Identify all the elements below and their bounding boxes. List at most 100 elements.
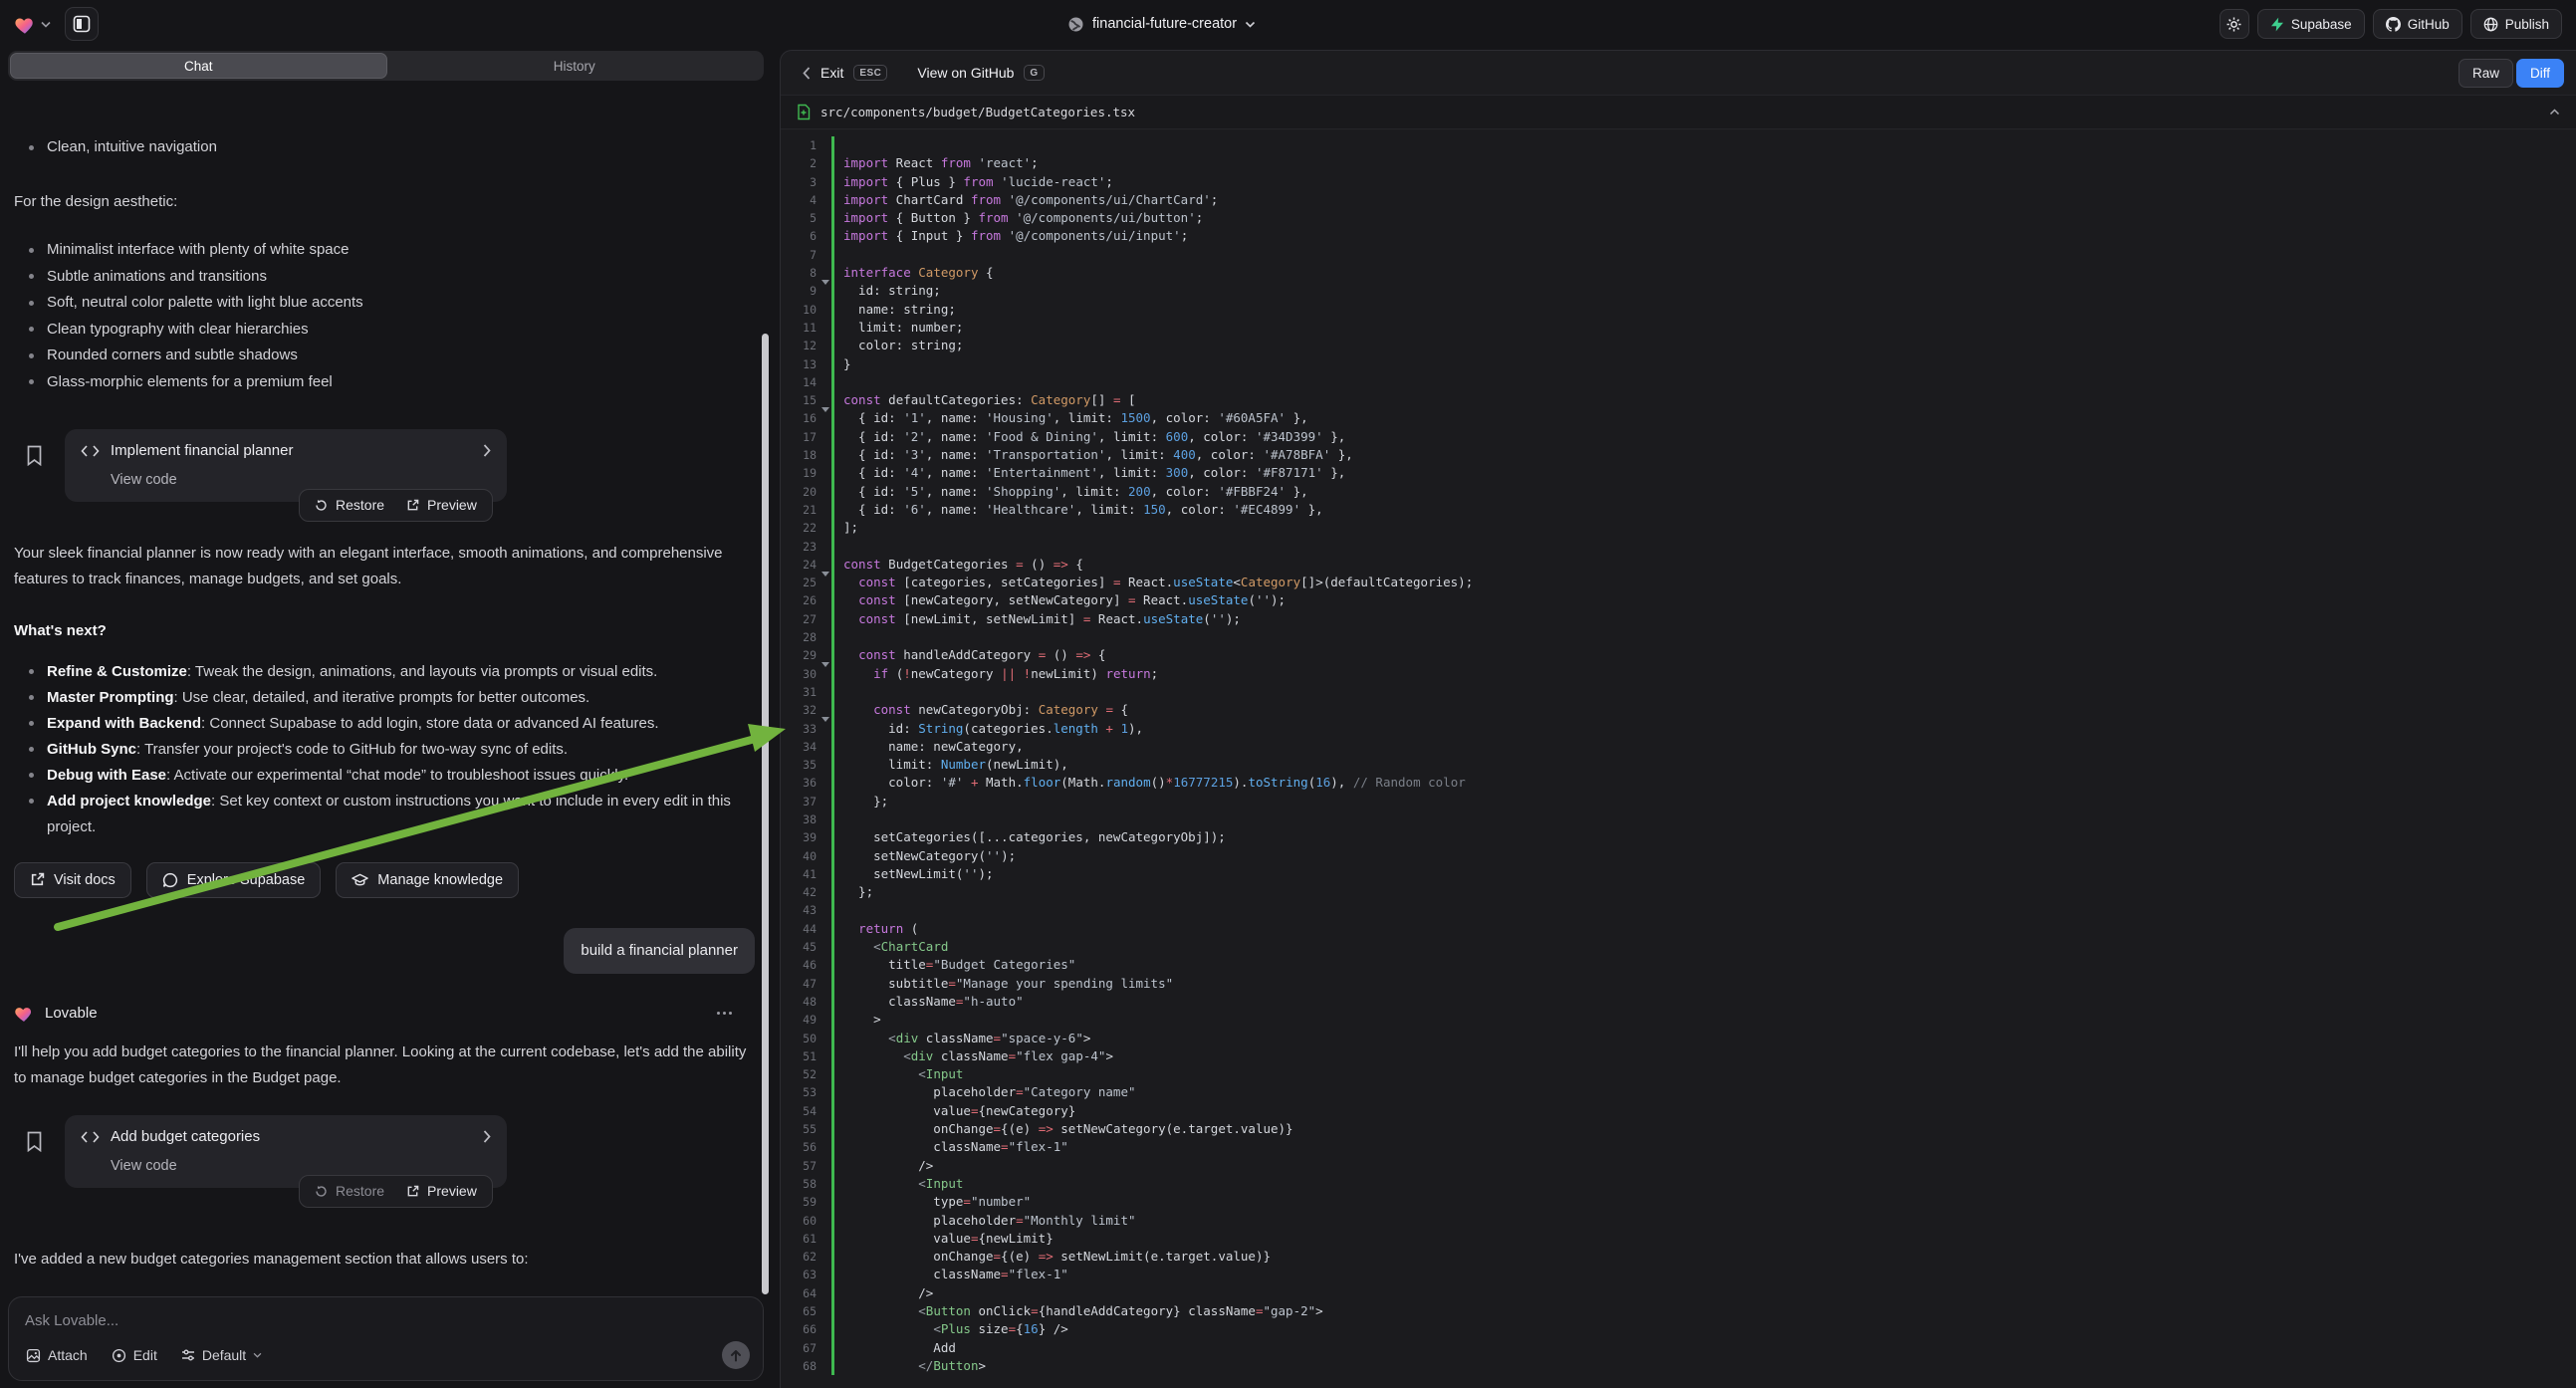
send-button[interactable] (722, 1341, 750, 1369)
more-options-icon[interactable] (717, 1012, 732, 1015)
code-line: 58 <Input (781, 1175, 2576, 1193)
restore-button[interactable]: Restore (315, 497, 384, 514)
edit-button[interactable]: Edit (112, 1347, 157, 1363)
ready-paragraph: Your sleek financial planner is now read… (14, 541, 733, 592)
raw-button[interactable]: Raw (2459, 59, 2513, 88)
code-text: color: '#' + Math.floor(Math.random()*16… (834, 774, 1466, 792)
line-number: 47 (781, 975, 817, 993)
top-bar: financial-future-creator Supabase (0, 0, 2576, 48)
line-number: 5 (781, 209, 817, 227)
bookmark-icon[interactable] (26, 1131, 43, 1152)
collapse-file-icon[interactable] (2549, 109, 2560, 116)
line-number: 60 (781, 1212, 817, 1230)
preview-button[interactable]: Preview (406, 497, 477, 514)
lovable-logo-menu[interactable] (14, 14, 51, 35)
diff-button[interactable]: Diff (2516, 59, 2564, 88)
code-line: 45 <ChartCard (781, 938, 2576, 956)
code-line: 12 color: string; (781, 337, 2576, 354)
view-on-github-button[interactable]: View on GitHub G (917, 65, 1044, 81)
line-number: 17 (781, 428, 817, 446)
code-text: import { Input } from '@/components/ui/i… (834, 227, 1188, 245)
chevron-down-icon (41, 21, 51, 28)
view-code-link[interactable]: View code (81, 470, 491, 490)
code-text: { id: '4', name: 'Entertainment', limit:… (834, 464, 1345, 482)
code-line: 1 (781, 136, 2576, 154)
chat-bubble-icon (162, 872, 178, 888)
chat-composer[interactable]: Ask Lovable... Attach Edit Default (8, 1296, 764, 1381)
publish-button[interactable]: Publish (2470, 9, 2562, 39)
mode-select[interactable]: Default (181, 1347, 262, 1363)
line-number: 34 (781, 738, 817, 756)
assistant-header: Lovable (14, 1001, 758, 1027)
line-number: 65 (781, 1302, 817, 1320)
explore-supabase-button[interactable]: Explore Supabase (146, 862, 322, 898)
tab-history[interactable]: History (387, 53, 763, 79)
chat-message-list[interactable]: Clean, intuitive navigation For the desi… (0, 127, 772, 1294)
code-text: placeholder="Category name" (834, 1083, 1136, 1101)
code-text: const [newLimit, setNewLimit] = React.us… (834, 610, 1241, 628)
whats-next-item: Expand with Backend: Connect Supabase to… (14, 711, 756, 737)
code-line: 25 const [categories, setCategories] = R… (781, 574, 2576, 591)
chevron-down-icon (1245, 21, 1256, 28)
file-header[interactable]: src/components/budget/BudgetCategories.t… (781, 95, 2576, 129)
visit-docs-button[interactable]: Visit docs (14, 862, 131, 898)
code-text: Add (834, 1339, 956, 1357)
code-line: 14 (781, 373, 2576, 391)
code-text: const handleAddCategory = () => { (834, 646, 1105, 664)
code-text: ]; (834, 519, 858, 537)
code-line: 48 className="h-auto" (781, 993, 2576, 1011)
chat-scrollbar-thumb[interactable] (762, 334, 769, 1294)
line-number: 12 (781, 337, 817, 354)
code-line: 36 color: '#' + Math.floor(Math.random()… (781, 774, 2576, 792)
settings-button[interactable] (2220, 9, 2249, 39)
preview-button[interactable]: Preview (406, 1183, 477, 1200)
bookmark-icon[interactable] (26, 445, 43, 466)
top-actions: Supabase GitHub Publish (2220, 9, 2562, 39)
chevron-left-icon[interactable] (803, 67, 811, 80)
line-number: 30 (781, 665, 817, 683)
line-number: 38 (781, 810, 817, 828)
code-line: 38 (781, 810, 2576, 828)
app-window: financial-future-creator Supabase (0, 0, 2576, 1388)
code-line: 57 /> (781, 1157, 2576, 1175)
code-text: import { Plus } from 'lucide-react'; (834, 173, 1113, 191)
whats-next-item: Debug with Ease: Activate our experiment… (14, 763, 756, 789)
code-line: 5import { Button } from '@/components/ui… (781, 209, 2576, 227)
restore-button[interactable]: Restore (315, 1183, 384, 1200)
exit-button[interactable]: Exit (820, 65, 843, 81)
code-line: 27 const [newLimit, setNewLimit] = React… (781, 610, 2576, 628)
code-line: 10 name: string; (781, 301, 2576, 319)
attach-button[interactable]: Attach (26, 1347, 88, 1363)
chevron-right-icon[interactable] (483, 1130, 491, 1143)
diff-added-gutter (831, 136, 834, 154)
code-text: onChange={(e) => setNewLimit(e.target.va… (834, 1248, 1271, 1266)
supabase-button[interactable]: Supabase (2257, 9, 2365, 39)
code-line: 7 (781, 246, 2576, 264)
line-number: 11 (781, 319, 817, 337)
manage-knowledge-button[interactable]: Manage knowledge (336, 862, 519, 898)
code-editor[interactable]: 12import React from 'react';3import { Pl… (781, 130, 2576, 1388)
toggle-sidebar-button[interactable] (65, 7, 99, 41)
chevron-right-icon[interactable] (483, 444, 491, 457)
chevron-down-icon (253, 1352, 262, 1358)
chat-input[interactable]: Ask Lovable... (25, 1312, 747, 1329)
code-line: 56 className="flex-1" (781, 1138, 2576, 1156)
tab-chat[interactable]: Chat (10, 53, 387, 79)
code-line: 17 { id: '2', name: 'Food & Dining', lim… (781, 428, 2576, 446)
line-number: 68 (781, 1357, 817, 1375)
code-text: placeholder="Monthly limit" (834, 1212, 1136, 1230)
code-icon (81, 445, 100, 457)
line-number: 53 (781, 1083, 817, 1101)
code-text: > (834, 1011, 881, 1029)
restore-preview-pill: Restore Preview (299, 489, 493, 522)
project-switcher[interactable]: financial-future-creator (1067, 0, 1256, 48)
view-code-link[interactable]: View code (81, 1156, 491, 1176)
code-text: name: string; (834, 301, 956, 319)
help-paragraph: I'll help you add budget categories to t… (14, 1040, 759, 1091)
diff-added-gutter (831, 538, 834, 556)
line-number: 56 (781, 1138, 817, 1156)
line-number: 62 (781, 1248, 817, 1266)
code-text: /> (834, 1157, 933, 1175)
github-button[interactable]: GitHub (2373, 9, 2462, 39)
tool-call-card-implement: Implement financial planner View code Re… (26, 429, 758, 501)
